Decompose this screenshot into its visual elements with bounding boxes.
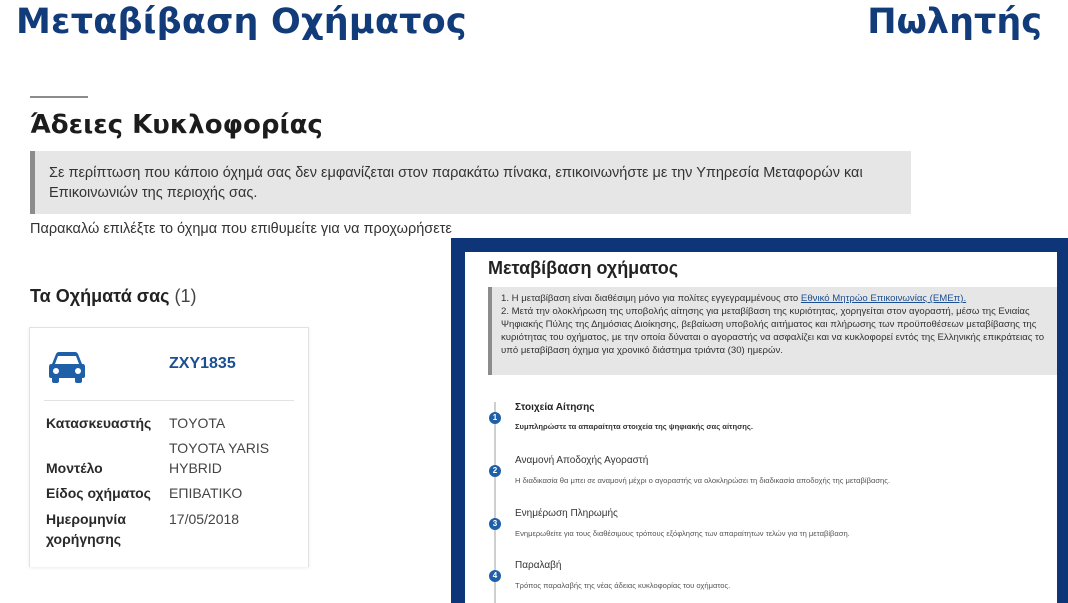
field-label: Είδος οχήματος xyxy=(46,485,151,501)
field-label: Ημερομηνία χορήγησης xyxy=(46,511,126,547)
step-title: Αναμονή Αποδοχής Αγοραστή xyxy=(515,455,649,466)
inset-title: Μεταβίβαση οχήματος xyxy=(488,258,679,278)
field-label: Μοντέλο xyxy=(46,460,103,476)
notice-item-1: 1. Η μεταβίβαση είναι διαθέσιμη μόνο για… xyxy=(501,292,1055,305)
vehicle-plate[interactable]: ZXY1835 xyxy=(169,355,236,373)
page-title: Άδειες Κυκλοφορίας xyxy=(30,110,323,140)
vehicles-count: (1) xyxy=(174,286,197,306)
card-divider xyxy=(44,400,294,401)
slide-title: Μεταβίβαση Οχήματος xyxy=(16,2,467,42)
car-icon xyxy=(49,352,85,383)
step-title: Στοιχεία Αίτησης xyxy=(515,402,595,413)
notice-item-1-text: 1. Η μεταβίβαση είναι διαθέσιμη μόνο για… xyxy=(501,293,801,304)
notice-item-2: 2. Μετά την ολοκλήρωση της υποβολής αίτη… xyxy=(501,306,1045,356)
emep-link[interactable]: Εθνικό Μητρώο Επικοινωνίας (ΕΜΕπ). xyxy=(801,293,966,304)
step-number: 2 xyxy=(489,465,501,477)
field-label: Κατασκευαστής xyxy=(46,415,152,431)
step-number: 3 xyxy=(489,518,501,530)
inset-notice: 1. Η μεταβίβαση είναι διαθέσιμη μόνο για… xyxy=(488,287,1057,375)
vehicles-heading-label: Τα Οχήματά σας xyxy=(30,286,170,306)
step-title: Παραλαβή xyxy=(515,560,562,571)
vehicles-heading: Τα Οχήματά σας (1) xyxy=(30,286,197,307)
step-description: Τρόπος παραλαβής της νέας άδειας κυκλοφο… xyxy=(515,581,731,590)
step-title: Ενημέρωση Πληρωμής xyxy=(515,508,618,519)
step-description: Ενημερωθείτε για τους διαθέσιμους τρόπου… xyxy=(515,529,850,538)
slide-role-label: Πωλητής xyxy=(867,2,1042,42)
field-value: TOYOTA YARIS HYBRID xyxy=(169,440,270,476)
field-value: ΕΠΙΒΑΤΙΚΟ xyxy=(169,485,243,501)
step-number: 4 xyxy=(489,570,501,582)
field-value: TOYOTA xyxy=(169,415,226,431)
step-number: 1 xyxy=(489,412,501,424)
heading-divider xyxy=(30,96,88,98)
step-description: Η διαδικασία θα μπει σε αναμονή μέχρι ο … xyxy=(515,476,891,485)
field-value: 17/05/2018 xyxy=(169,511,240,527)
step-description: Συμπληρώστε τα απαραίτητα στοιχεία της ψ… xyxy=(515,422,753,431)
inset-screenshot-frame: Μεταβίβαση οχήματος 1. Η μεταβίβαση είνα… xyxy=(451,238,1068,603)
instruction-text: Παρακαλώ επιλέξτε το όχημα που επιθυμείτ… xyxy=(30,221,452,237)
info-notice: Σε περίπτωση που κάποιο όχημά σας δεν εμ… xyxy=(30,151,911,214)
vehicle-card[interactable]: ZXY1835 Κατασκευαστής TOYOTA Μοντέλο TOY… xyxy=(29,327,309,567)
inset-panel: Μεταβίβαση οχήματος 1. Η μεταβίβαση είνα… xyxy=(465,252,1057,603)
